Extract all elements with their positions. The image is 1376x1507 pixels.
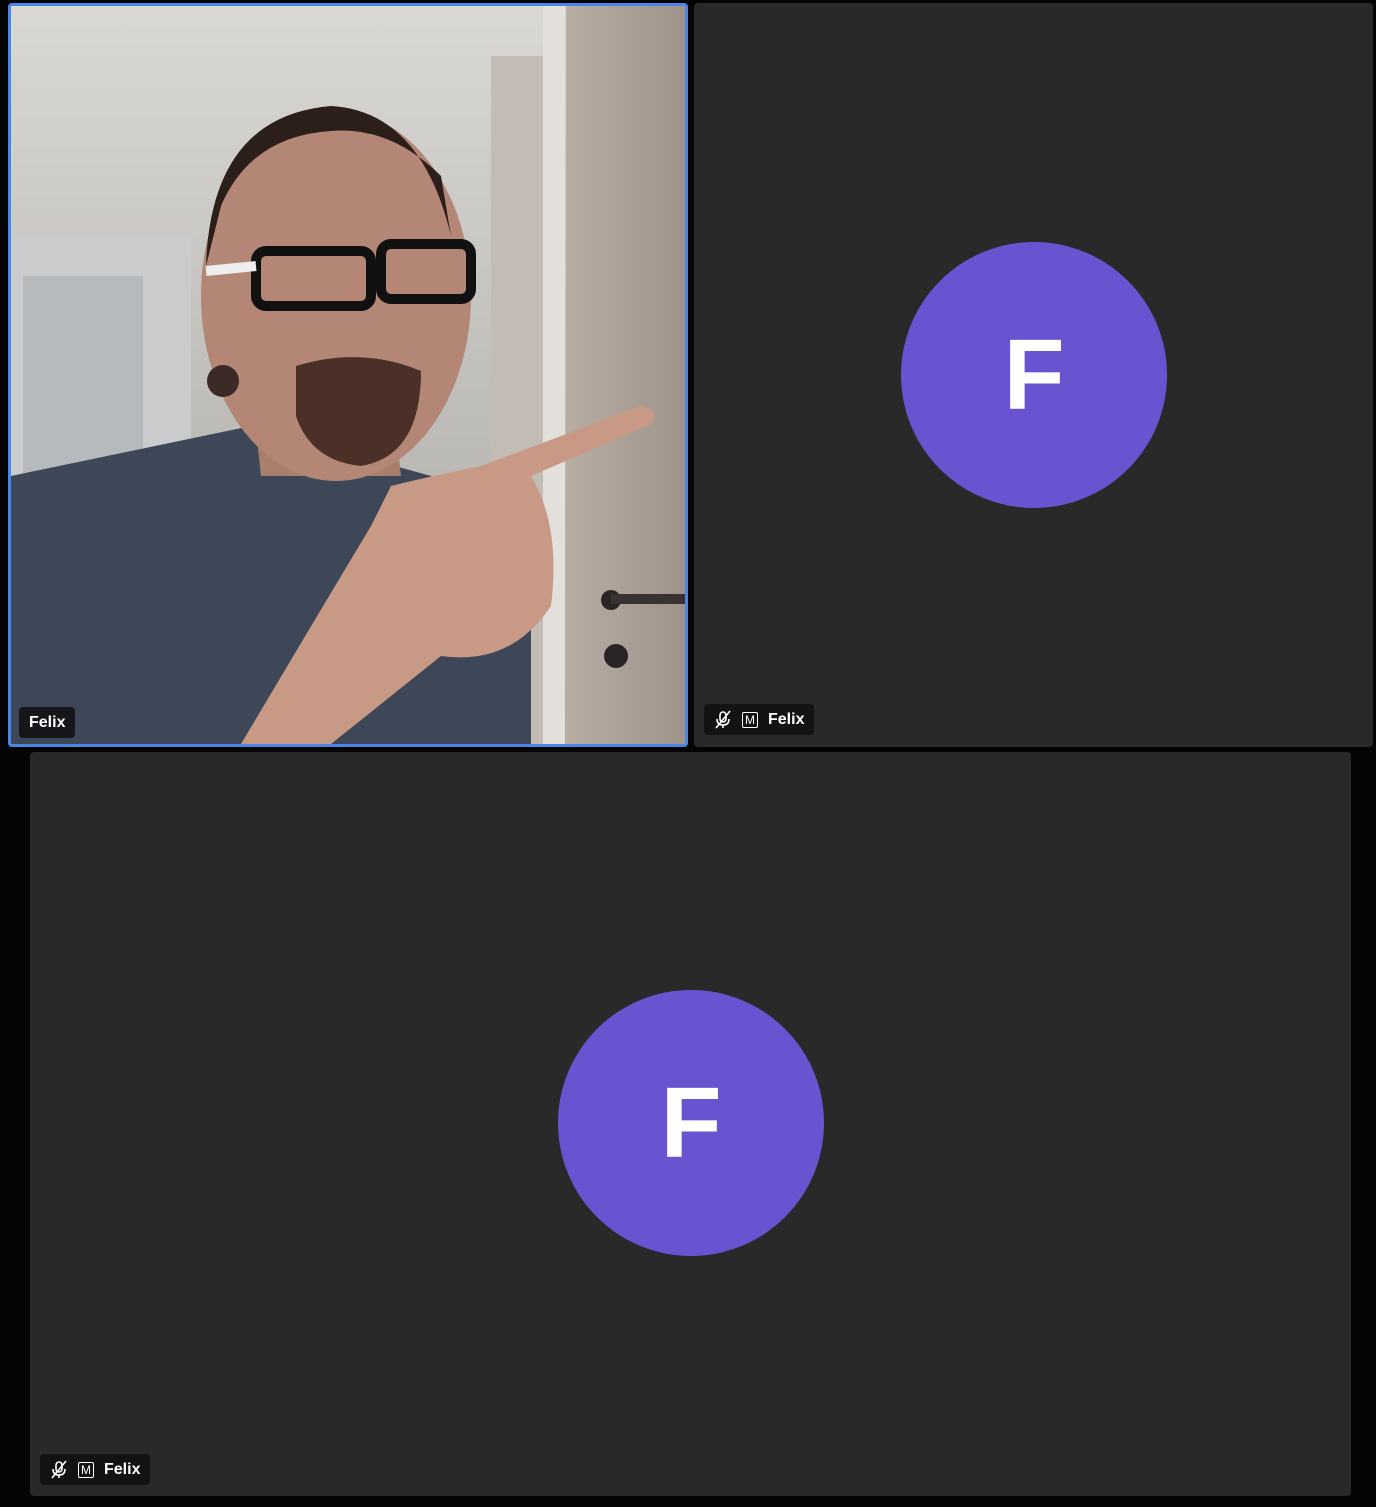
participant-name: Felix [768, 710, 805, 728]
participant-nameplate: M Felix [704, 704, 815, 735]
moderator-badge-icon: M [742, 711, 758, 728]
moderator-badge-icon: M [78, 1461, 94, 1478]
participant-tile-video[interactable]: Felix [8, 3, 688, 747]
participant-tile[interactable]: F M Felix [30, 752, 1351, 1496]
avatar-initial: F [660, 1066, 722, 1179]
participant-tile[interactable]: F M Felix [694, 3, 1373, 747]
mic-off-icon [50, 1459, 68, 1480]
participant-nameplate: M Felix [40, 1454, 151, 1485]
participant-name: Felix [104, 1460, 141, 1478]
avatar: F [901, 242, 1167, 508]
avatar-initial: F [1003, 318, 1065, 431]
participant-name: Felix [29, 713, 66, 731]
camera-video-feed [11, 6, 685, 744]
avatar: F [558, 990, 824, 1256]
mic-off-icon [714, 709, 732, 730]
participant-nameplate: Felix [19, 707, 76, 738]
